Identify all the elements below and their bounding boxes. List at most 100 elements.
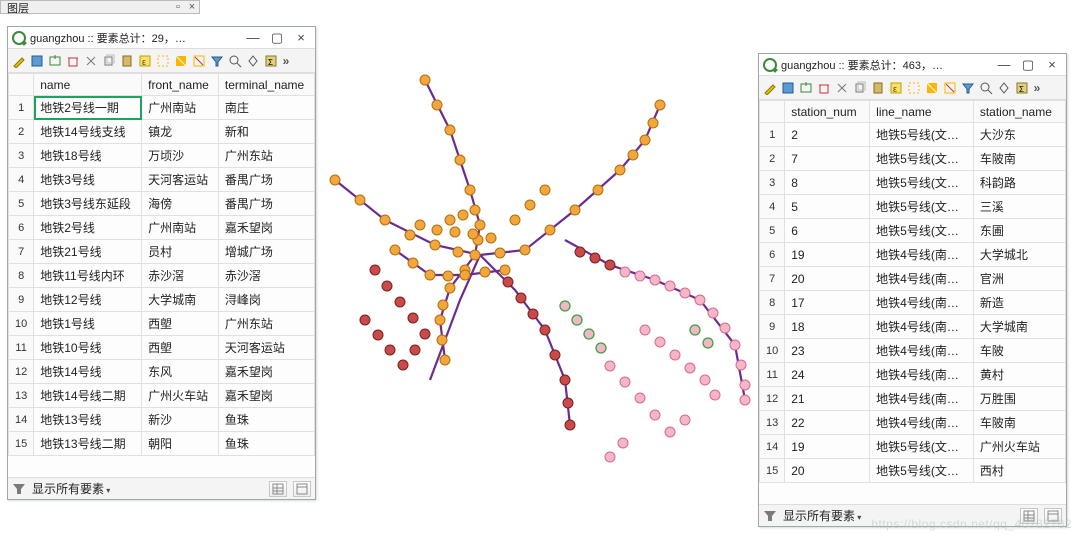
table-row[interactable]: 27地铁5号线(文…车陂南 <box>760 147 1066 171</box>
paste-icon[interactable] <box>118 52 135 69</box>
column-header-front-name[interactable]: front_name <box>142 74 219 96</box>
table-row[interactable]: 817地铁4号线(南…新造 <box>760 291 1066 315</box>
cell-name[interactable]: 地铁14号线 <box>34 360 142 384</box>
cell-station-num[interactable]: 20 <box>785 267 870 291</box>
cell-name[interactable]: 地铁14号线二期 <box>34 384 142 408</box>
cell-station-name[interactable]: 万胜围 <box>973 387 1065 411</box>
cell-station-num[interactable]: 21 <box>785 387 870 411</box>
row-number[interactable]: 11 <box>760 363 785 387</box>
minimize-button[interactable]: — <box>994 57 1014 72</box>
invert-selection-icon[interactable] <box>923 79 940 96</box>
layers-panel-pin-icon[interactable]: ▫ <box>171 1 185 13</box>
table-row[interactable]: 720地铁4号线(南…官洲 <box>760 267 1066 291</box>
cell-terminal-name[interactable]: 鱼珠 <box>218 408 314 432</box>
titlebar[interactable]: guangzhou :: 要素总计：29，… — ▢ × <box>8 27 315 49</box>
close-button[interactable]: × <box>291 30 311 45</box>
table-row[interactable]: 1322地铁4号线(南…车陂南 <box>760 411 1066 435</box>
row-number[interactable]: 5 <box>9 192 34 216</box>
cell-station-num[interactable]: 6 <box>785 219 870 243</box>
cell-front-name[interactable]: 朝阳 <box>142 432 219 456</box>
cell-station-name[interactable]: 西村 <box>973 459 1065 483</box>
cell-line-name[interactable]: 地铁4号线(南… <box>870 315 974 339</box>
row-number[interactable]: 7 <box>760 267 785 291</box>
pan-to-selected-icon[interactable] <box>995 79 1012 96</box>
table-row[interactable]: 12地铁5号线(文…大沙东 <box>760 123 1066 147</box>
row-header-corner[interactable] <box>760 101 785 123</box>
field-calculator-icon[interactable]: Σ <box>262 52 279 69</box>
minimize-button[interactable]: — <box>243 30 263 45</box>
row-number[interactable]: 3 <box>9 144 34 168</box>
row-number[interactable]: 10 <box>760 339 785 363</box>
cell-terminal-name[interactable]: 番禺广场 <box>218 192 314 216</box>
cell-line-name[interactable]: 地铁4号线(南… <box>870 267 974 291</box>
row-number[interactable]: 1 <box>9 96 34 120</box>
field-calculator-icon[interactable]: Σ <box>1013 79 1030 96</box>
add-feature-icon[interactable] <box>797 79 814 96</box>
cell-line-name[interactable]: 地铁4号线(南… <box>870 291 974 315</box>
column-header-name[interactable]: name <box>34 74 142 96</box>
cell-station-name[interactable]: 大沙东 <box>973 123 1065 147</box>
cell-station-num[interactable]: 20 <box>785 459 870 483</box>
cell-line-name[interactable]: 地铁5号线(文… <box>870 195 974 219</box>
table-row[interactable]: 13地铁14号线二期广州火车站嘉禾望岗 <box>9 384 315 408</box>
cell-station-name[interactable]: 车陂 <box>973 339 1065 363</box>
cell-line-name[interactable]: 地铁5号线(文… <box>870 435 974 459</box>
table-row[interactable]: 7地铁21号线员村增城广场 <box>9 240 315 264</box>
cell-station-num[interactable]: 23 <box>785 339 870 363</box>
row-number[interactable]: 15 <box>9 432 34 456</box>
row-header-corner[interactable] <box>9 74 34 96</box>
row-number[interactable]: 13 <box>760 411 785 435</box>
cell-name[interactable]: 地铁13号线 <box>34 408 142 432</box>
delete-selected-icon[interactable] <box>815 79 832 96</box>
cell-station-num[interactable]: 22 <box>785 411 870 435</box>
row-number[interactable]: 2 <box>9 120 34 144</box>
table-row[interactable]: 14地铁13号线新沙鱼珠 <box>9 408 315 432</box>
table-body[interactable]: station_num line_name station_name 12地铁5… <box>759 100 1066 504</box>
cell-station-num[interactable]: 19 <box>785 243 870 267</box>
cell-station-name[interactable]: 大学城南 <box>973 315 1065 339</box>
row-number[interactable]: 9 <box>9 288 34 312</box>
cell-front-name[interactable]: 大学城南 <box>142 288 219 312</box>
cell-name[interactable]: 地铁13号线二期 <box>34 432 142 456</box>
filter-indicator-icon[interactable] <box>12 482 26 496</box>
cell-line-name[interactable]: 地铁4号线(南… <box>870 411 974 435</box>
table-row[interactable]: 1124地铁4号线(南…黄村 <box>760 363 1066 387</box>
cell-front-name[interactable]: 员村 <box>142 240 219 264</box>
cell-terminal-name[interactable]: 鱼珠 <box>218 432 314 456</box>
filter-icon[interactable] <box>959 79 976 96</box>
cell-name[interactable]: 地铁10号线 <box>34 336 142 360</box>
cell-line-name[interactable]: 地铁4号线(南… <box>870 243 974 267</box>
cell-front-name[interactable]: 东风 <box>142 360 219 384</box>
form-view-toggle[interactable] <box>293 481 311 497</box>
cell-name[interactable]: 地铁21号线 <box>34 240 142 264</box>
table-row[interactable]: 56地铁5号线(文…东圃 <box>760 219 1066 243</box>
cell-terminal-name[interactable]: 嘉禾望岗 <box>218 360 314 384</box>
cell-station-num[interactable]: 2 <box>785 123 870 147</box>
cell-front-name[interactable]: 西塱 <box>142 312 219 336</box>
row-number[interactable]: 12 <box>760 387 785 411</box>
row-number[interactable]: 1 <box>760 123 785 147</box>
row-number[interactable]: 13 <box>9 384 34 408</box>
cell-station-num[interactable]: 7 <box>785 147 870 171</box>
cell-station-name[interactable]: 东圃 <box>973 219 1065 243</box>
row-number[interactable]: 6 <box>760 243 785 267</box>
cell-terminal-name[interactable]: 天河客运站 <box>218 336 314 360</box>
row-number[interactable]: 11 <box>9 336 34 360</box>
cell-station-name[interactable]: 三溪 <box>973 195 1065 219</box>
table-row[interactable]: 3地铁18号线万顷沙广州东站 <box>9 144 315 168</box>
toolbar-overflow-icon[interactable]: » <box>1031 81 1043 95</box>
column-header-terminal-name[interactable]: terminal_name <box>218 74 314 96</box>
cell-station-num[interactable]: 24 <box>785 363 870 387</box>
cell-front-name[interactable]: 西塱 <box>142 336 219 360</box>
cell-name[interactable]: 地铁2号线 <box>34 216 142 240</box>
cell-station-name[interactable]: 新造 <box>973 291 1065 315</box>
save-edits-icon[interactable] <box>28 52 45 69</box>
save-edits-icon[interactable] <box>779 79 796 96</box>
row-number[interactable]: 15 <box>760 459 785 483</box>
cell-line-name[interactable]: 地铁4号线(南… <box>870 363 974 387</box>
cut-icon[interactable] <box>82 52 99 69</box>
cell-station-num[interactable]: 19 <box>785 435 870 459</box>
table-row[interactable]: 10地铁1号线西塱广州东站 <box>9 312 315 336</box>
table-row[interactable]: 8地铁11号线内环赤沙滘赤沙滘 <box>9 264 315 288</box>
filter-icon[interactable] <box>208 52 225 69</box>
